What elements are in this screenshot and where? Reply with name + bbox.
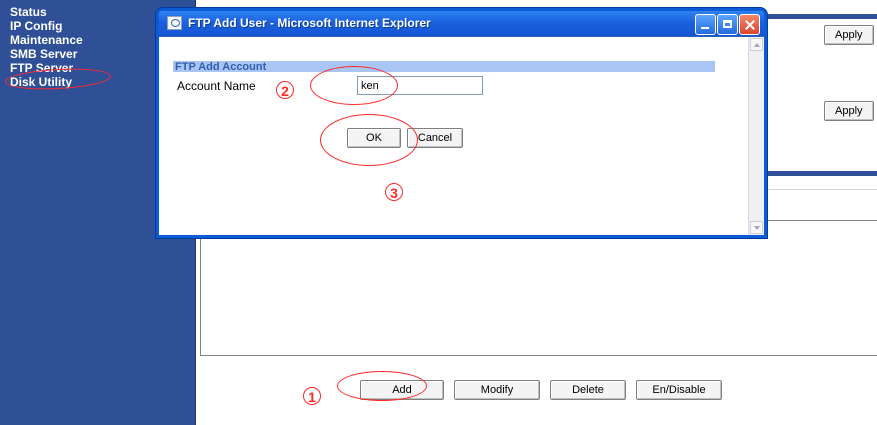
- delete-button[interactable]: Delete: [550, 380, 626, 400]
- scroll-up-icon[interactable]: [750, 38, 763, 51]
- account-actions: Add Modify Delete En/Disable: [360, 380, 722, 400]
- nav-item-disk-utility[interactable]: Disk Utility: [10, 75, 83, 89]
- minimize-icon[interactable]: [695, 14, 716, 35]
- ok-button[interactable]: OK: [347, 128, 401, 148]
- window-title: FTP Add User - Microsoft Internet Explor…: [188, 16, 431, 30]
- scroll-down-icon[interactable]: [750, 221, 763, 234]
- nav-item-ip-config[interactable]: IP Config: [10, 19, 83, 33]
- close-icon[interactable]: [739, 14, 760, 35]
- nav-item-smb-server[interactable]: SMB Server: [10, 47, 83, 61]
- nav-list: Status IP Config Maintenance SMB Server …: [10, 5, 83, 89]
- account-list-bottom-line: [200, 355, 877, 356]
- nav-item-maintenance[interactable]: Maintenance: [10, 33, 83, 47]
- ftp-admin-page: Status IP Config Maintenance SMB Server …: [0, 0, 877, 425]
- nav-item-ftp-server[interactable]: FTP Server: [10, 61, 83, 75]
- apply-button-middle[interactable]: Apply: [824, 101, 874, 121]
- account-name-label: Account Name: [177, 79, 256, 93]
- maximize-icon[interactable]: [717, 14, 738, 35]
- modify-button[interactable]: Modify: [454, 380, 540, 400]
- apply-button-top[interactable]: Apply: [824, 25, 874, 45]
- ie-icon: [167, 16, 182, 30]
- enable-disable-button[interactable]: En/Disable: [636, 380, 722, 400]
- ftp-add-user-window: FTP Add User - Microsoft Internet Explor…: [156, 8, 767, 238]
- section-header: FTP Add Account: [173, 61, 715, 73]
- nav-item-status[interactable]: Status: [10, 5, 83, 19]
- cancel-button[interactable]: Cancel: [407, 128, 463, 148]
- account-list-box: [200, 220, 877, 356]
- popup-scrollbar[interactable]: [748, 37, 764, 235]
- account-name-input[interactable]: [357, 76, 483, 95]
- window-controls: [695, 14, 760, 35]
- window-titlebar[interactable]: FTP Add User - Microsoft Internet Explor…: [159, 11, 764, 37]
- popup-body: FTP Add Account Account Name OK Cancel: [159, 37, 764, 235]
- add-button[interactable]: Add: [360, 380, 444, 400]
